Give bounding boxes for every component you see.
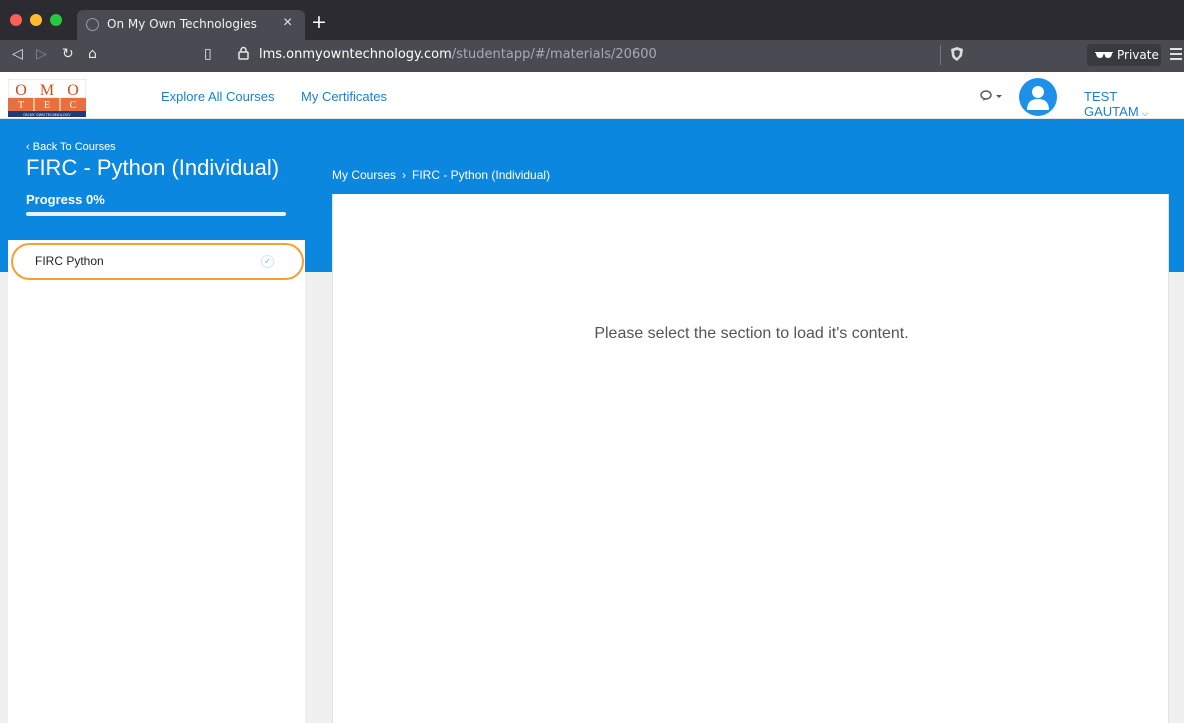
browser-tab[interactable]: On My Own Technologies × (77, 10, 305, 40)
section-sidebar (8, 240, 305, 723)
url-domain: lms.onmyowntechnology.com (259, 47, 452, 62)
logo-letter: O (15, 82, 27, 99)
browser-tab-bar: On My Own Technologies × + (0, 0, 1184, 40)
forward-arrow-icon[interactable]: ▷ (36, 46, 47, 62)
maximize-window-button[interactable] (50, 14, 62, 26)
logo-letter: M (40, 82, 54, 99)
breadcrumb-separator: › (402, 168, 407, 182)
empty-content-message: Please select the section to load it's c… (594, 325, 909, 342)
checkmark-icon: ✓ (261, 255, 274, 268)
section-label: FIRC Python (35, 254, 104, 268)
user-name: TEST GAUTAM (1084, 89, 1139, 119)
progress-label: Progress 0% (26, 192, 105, 207)
nav-explore-all-courses[interactable]: Explore All Courses (161, 89, 274, 104)
logo-tagline: ON MY OWN TECHNOLOGY (23, 113, 71, 117)
reload-icon[interactable]: ↻ (62, 46, 74, 62)
section-item-firc-python[interactable]: FIRC Python ✓ (11, 243, 304, 280)
brave-shield-icon[interactable] (950, 46, 964, 62)
user-menu[interactable]: TEST GAUTAM ⌵ (1084, 89, 1184, 119)
private-label: Private (1117, 48, 1159, 62)
private-window-badge[interactable]: Private (1087, 44, 1161, 66)
globe-icon (86, 18, 99, 31)
logo-letter: E (44, 100, 50, 111)
nav-my-certificates[interactable]: My Certificates (301, 89, 387, 104)
home-icon[interactable]: ⌂ (88, 46, 97, 62)
back-to-courses-link[interactable]: ‹ Back To Courses (26, 141, 116, 153)
user-avatar[interactable] (1019, 78, 1057, 116)
lock-icon (238, 46, 249, 60)
omotec-logo[interactable]: O M O T E C ON MY OWN TECHNOLOGY (8, 79, 86, 117)
logo-letter: T (18, 100, 24, 111)
chevron-left-icon: ‹ (26, 141, 33, 153)
minimize-window-button[interactable] (30, 14, 42, 26)
tab-title: On My Own Technologies (107, 17, 257, 31)
content-panel: Please select the section to load it's c… (332, 194, 1169, 723)
close-window-button[interactable] (10, 14, 22, 26)
address-divider (940, 45, 941, 65)
breadcrumb-my-courses[interactable]: My Courses (332, 168, 396, 182)
bookmark-icon[interactable]: ▯ (204, 46, 212, 62)
back-arrow-icon[interactable]: ◁ (12, 46, 23, 62)
url-path: /studentapp/#/materials/20600 (451, 47, 657, 62)
chevron-down-icon: ⌵ (1141, 108, 1149, 118)
close-tab-button[interactable]: × (283, 14, 292, 32)
new-tab-button[interactable]: + (311, 11, 327, 33)
course-title: FIRC - Python (Individual) (26, 155, 280, 180)
logo-letter: C (70, 100, 77, 111)
back-to-courses-label: Back To Courses (32, 141, 116, 153)
user-icon (1027, 86, 1049, 110)
breadcrumb-current: FIRC - Python (Individual) (412, 168, 551, 182)
logo-letter: O (67, 82, 79, 99)
chat-dropdown-icon[interactable] (980, 88, 1004, 104)
breadcrumb: My Courses › FIRC - Python (Individual) (332, 168, 550, 182)
address-bar[interactable]: lms.onmyowntechnology.com/studentapp/#/m… (259, 47, 657, 62)
menu-icon[interactable] (1170, 48, 1182, 63)
sunglasses-icon (1095, 52, 1113, 58)
progress-bar (26, 212, 286, 216)
